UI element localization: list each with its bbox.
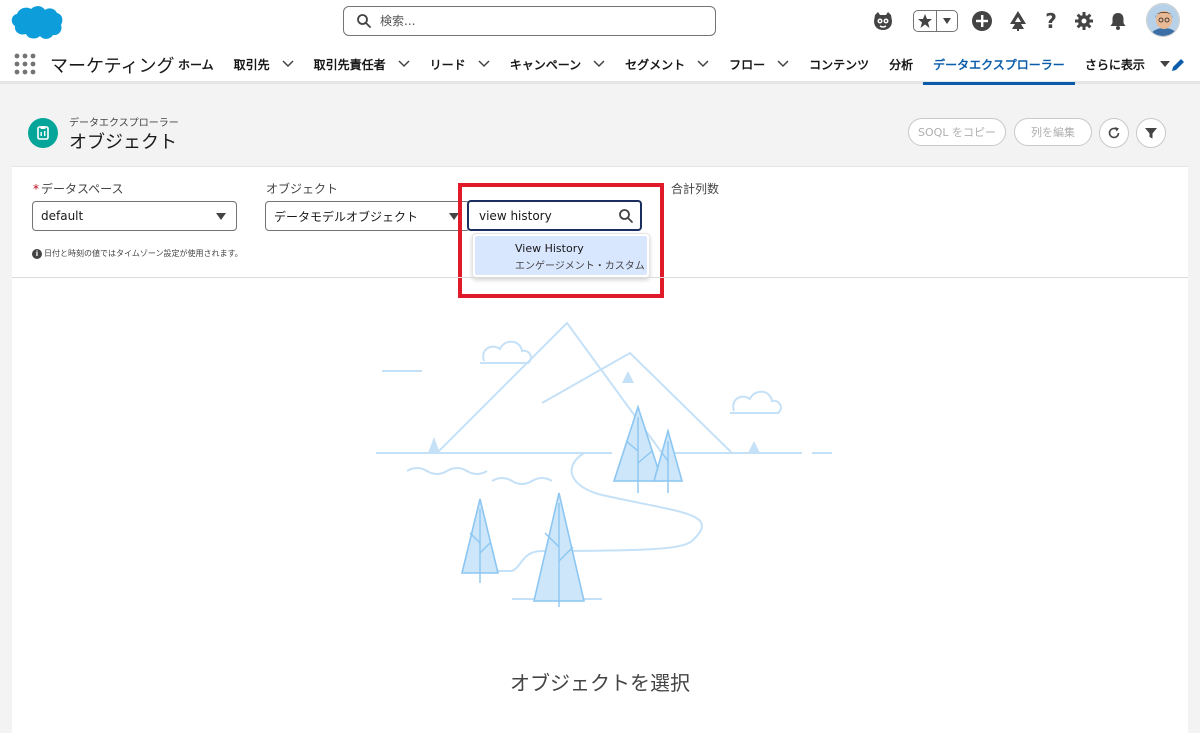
edit-nav-pencil-icon[interactable] <box>1170 57 1186 73</box>
caret-down-icon <box>449 213 459 220</box>
nav-item-home[interactable]: ホーム <box>168 44 224 84</box>
nav-item-more[interactable]: さらに表示 <box>1075 44 1181 84</box>
app-name: マーケティング <box>50 56 175 77</box>
global-search-input[interactable] <box>380 14 680 28</box>
nav-item-contacts[interactable]: 取引先責任者 <box>304 44 420 84</box>
page-title: オブジェクト <box>69 132 177 153</box>
data-explorer-card: *データスペース default オブジェクト データモデルオブジェクト 合計列… <box>12 166 1188 733</box>
dataspace-select[interactable]: default <box>32 201 237 231</box>
object-search-combobox[interactable] <box>467 200 642 231</box>
dataspace-label: * データスペース <box>33 182 124 196</box>
object-label: オブジェクト <box>266 182 339 196</box>
nav-item-flows[interactable]: フロー <box>719 44 799 84</box>
page-subtitle: データエクスプローラー <box>69 118 179 129</box>
chevron-down-icon[interactable] <box>478 60 490 68</box>
chevron-down-icon[interactable] <box>777 60 789 68</box>
object-search-dropdown: View History エンゲージメント・カスタム <box>472 233 650 278</box>
salesforce-logo[interactable] <box>8 4 64 42</box>
favorites-star-icon[interactable] <box>914 11 938 31</box>
card-divider <box>12 277 1188 278</box>
notification-bell-icon[interactable] <box>1106 9 1130 33</box>
data-explorer-object-icon <box>28 118 58 148</box>
trailhead-icon[interactable] <box>1006 9 1030 33</box>
nav-item-segments[interactable]: セグメント <box>615 44 719 84</box>
chevron-down-icon[interactable] <box>697 60 709 68</box>
info-icon: i <box>32 248 42 259</box>
nav-item-leads[interactable]: リード <box>420 44 500 84</box>
global-search[interactable] <box>343 6 716 36</box>
nav-item-analytics[interactable]: 分析 <box>879 44 923 84</box>
add-icon[interactable] <box>970 9 994 33</box>
nav-item-campaigns[interactable]: キャンペーン <box>500 44 615 84</box>
chevron-down-icon[interactable] <box>282 60 294 68</box>
nav-item-data-explorer[interactable]: データエクスプローラー <box>923 44 1075 85</box>
app-launcher-icon[interactable] <box>14 53 36 75</box>
edit-columns-button[interactable]: 列を編集 <box>1014 118 1092 146</box>
app-navigation-bar: マーケティング ホーム 取引先 取引先責任者 リード キャンペーン セグメント … <box>0 44 1200 85</box>
caret-down-icon <box>216 213 226 220</box>
filter-icon <box>1145 128 1157 139</box>
user-avatar[interactable] <box>1146 3 1180 37</box>
refresh-icon <box>1108 127 1120 139</box>
einstein-icon[interactable] <box>871 9 895 33</box>
chevron-down-icon[interactable] <box>398 60 410 68</box>
object-search-input[interactable] <box>479 208 609 223</box>
page-header: データエクスプローラー オブジェクト SOQL をコピー 列を編集 <box>12 96 1188 166</box>
setup-gear-icon[interactable] <box>1072 9 1096 33</box>
refresh-button[interactable] <box>1099 118 1129 148</box>
nav-item-content[interactable]: コンテンツ <box>799 44 879 84</box>
favorites-menu-icon[interactable] <box>937 11 957 31</box>
nav-items: ホーム 取引先 取引先責任者 リード キャンペーン セグメント フロー コンテン… <box>168 44 1181 85</box>
global-header: ? <box>0 0 1200 44</box>
chevron-down-icon[interactable] <box>593 60 605 68</box>
nav-item-accounts[interactable]: 取引先 <box>224 44 304 84</box>
copy-soql-button[interactable]: SOQL をコピー <box>908 118 1006 146</box>
timezone-info-note: i 日付と時刻の値ではタイムゾーン設定が使用されます。 <box>32 248 243 259</box>
dropdown-option-view-history[interactable]: View History エンゲージメント・カスタム <box>475 236 647 275</box>
help-icon[interactable]: ? <box>1039 9 1063 33</box>
search-icon <box>619 209 633 223</box>
filter-button[interactable] <box>1136 118 1166 148</box>
empty-state-message: オブジェクトを選択 <box>510 671 690 695</box>
favorites-group[interactable] <box>913 10 958 32</box>
empty-state-mountain-illustration <box>376 321 832 607</box>
search-icon <box>357 14 371 28</box>
total-columns-label: 合計列数 <box>671 182 720 196</box>
object-type-select[interactable]: データモデルオブジェクト <box>265 201 470 231</box>
